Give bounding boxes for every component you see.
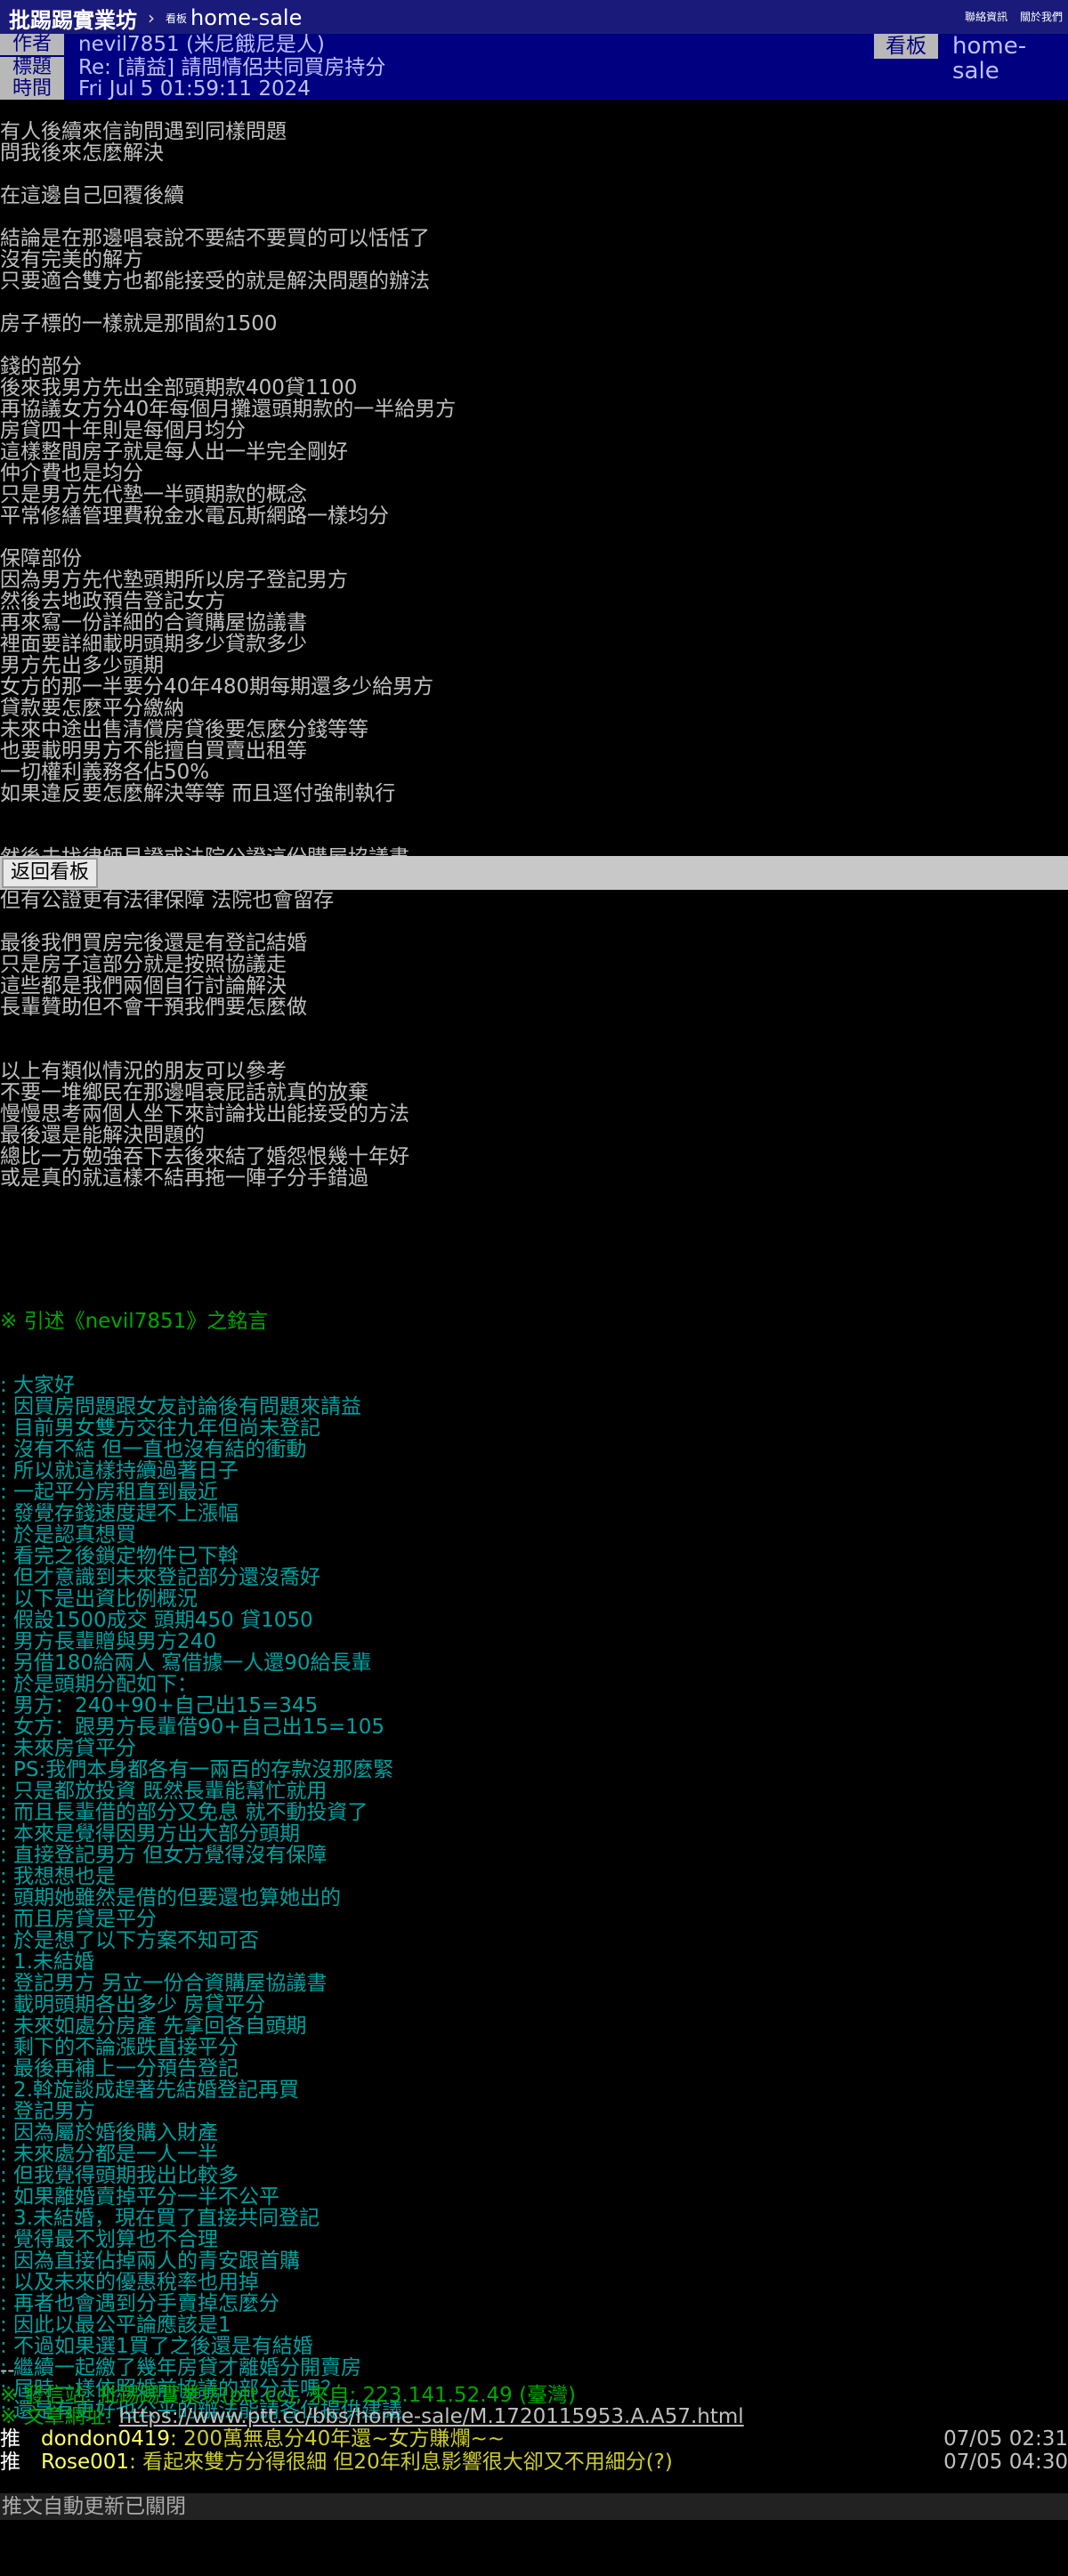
- quote-line: : 登記男方 另立一份合資購屋協議書: [0, 1972, 328, 1995]
- auto-update-status-bar: 推文自動更新已關閉: [0, 2493, 1068, 2520]
- quote-line: : 於是想了以下方案不知可否: [0, 1929, 260, 1952]
- quote-line: : 直接登記男方 但女方覺得沒有保障: [0, 1844, 328, 1867]
- quote-line: : 男方長輩贈與男方240: [0, 1630, 216, 1653]
- quote-line: : 再者也會遇到分手賣掉怎麼分: [0, 2292, 280, 2315]
- article-body-part1: 有人後續來信詢問遇到同樣問題 問我後來怎麼解決 在這邊自己回覆後續 結論是在那邊…: [0, 121, 457, 860]
- push-time: 07/05 02:31: [943, 2427, 1068, 2451]
- quote-line: : 1.未結婚: [0, 1950, 95, 1974]
- board-link[interactable]: home-sale: [190, 5, 302, 30]
- url-line: ※ 文章網址: https://www.ptt.cc/bbs/home-sale…: [0, 2406, 744, 2427]
- quote-line: : 假設1500成交 頭期450 貸1050: [0, 1609, 313, 1632]
- push-content: : 200萬無息分40年還~女方賺爛~~: [170, 2427, 506, 2451]
- quote-line: : 因買房問題跟女友討論後有問題來請益: [0, 1395, 362, 1418]
- quote-line: : 我想想也是: [0, 1865, 117, 1888]
- quote-line: : 以及未來的優惠稅率也用掉: [0, 2271, 260, 2294]
- quote-line: : 於是頭期分配如下：: [0, 1673, 198, 1696]
- top-links: 聯絡資訊 關於我們: [956, 9, 1063, 24]
- quote-line: : 女方：跟男方長輩借90+自己出15=105: [0, 1716, 385, 1739]
- quoted-section: ※ 引述《nevil7851》之銘言 : 大家好: 因買房問題跟女友討論後有問題…: [0, 1268, 1068, 2443]
- quote-line: : 於是認真想買: [0, 1523, 137, 1546]
- author-value: nevil7851 (米尼餓尼是人): [78, 33, 325, 56]
- quote-lines: : 大家好: 因買房問題跟女友討論後有問題來請益: 目前男女雙方交往九年但尚未登…: [0, 1375, 1068, 2421]
- quote-line: : 不過如果選1買了之後還是有結婚: [0, 2335, 313, 2358]
- title-value: Re: [請益] 請問情侶共同買房持分: [78, 56, 386, 79]
- board-value: home-sale: [952, 33, 1027, 85]
- quote-line: : 以下是出資比例概況: [0, 1587, 198, 1611]
- article-url-link[interactable]: https://www.ptt.cc/bbs/home-sale/M.17201…: [119, 2405, 744, 2428]
- quote-header: ※ 引述《nevil7851》之銘言: [0, 1310, 269, 1333]
- quote-line: : 登記男方: [0, 2100, 96, 2123]
- top-nav-bar: 批踢踢實業坊 › 看板 home-sale 聯絡資訊 關於我們: [0, 0, 1068, 36]
- quote-line: : 大家好: [0, 1374, 76, 1397]
- return-bar: 返回看板: [0, 856, 1068, 890]
- time-tag: 時間: [0, 78, 64, 100]
- push-row: 推 Rose001: 看起來雙方分得很細 但20年利息影響很大卻又不用細分(?)…: [0, 2451, 1068, 2474]
- quote-line: : 本來是覺得因男方出大部分頭期: [0, 1822, 301, 1845]
- push-user: dondon0419: [41, 2427, 171, 2451]
- quote-line: : 最後再補上一分預告登記: [0, 2057, 239, 2080]
- contact-link[interactable]: 聯絡資訊: [965, 11, 1007, 23]
- signature-separator: --: [0, 2359, 15, 2382]
- quote-line: : 一起平分房租直到最近: [0, 1481, 219, 1504]
- author-tag: 作者: [0, 34, 64, 55]
- quote-line: : 而且長輩借的部分又免息 就不動投資了: [0, 1801, 368, 1824]
- push-user-line: dondon0419: 200萬無息分40年還~女方賺爛~~: [41, 2427, 505, 2451]
- board-tag: 看板: [874, 34, 938, 59]
- push-time: 07/05 04:30: [943, 2451, 1068, 2474]
- push-tag: 推: [0, 2451, 20, 2474]
- quote-line: : 只是都放投資 既然長輩能幫忙就用: [0, 1780, 328, 1803]
- breadcrumb-separator: ›: [148, 7, 155, 28]
- origin-line: ※ 發信站: 批踢踢實業坊(ptt.cc), 來自: 223.141.52.49…: [0, 2384, 577, 2407]
- site-logo-link[interactable]: 批踢踢實業坊: [9, 3, 137, 34]
- url-label: ※ 文章網址:: [0, 2405, 119, 2428]
- quote-line: : 但我覺得頭期我出比較多: [0, 2164, 239, 2187]
- quote-line: : 沒有不結 但一直也沒有結的衝動: [0, 1438, 307, 1461]
- board-label: 看板: [166, 12, 188, 25]
- quote-line: : 另借180給兩人 寫借據一人還90給長輩: [0, 1651, 372, 1675]
- quote-line: : 2.斡旋談成趕著先結婚登記再買: [0, 2079, 300, 2102]
- quote-line: : 因為直接佔掉兩人的青安跟首購: [0, 2249, 301, 2273]
- title-tag: 標題: [0, 57, 64, 78]
- push-row: 推 dondon0419: 200萬無息分40年還~女方賺爛~~ 07/05 0…: [0, 2427, 1068, 2451]
- quote-line: : 因此以最公平論應該是1: [0, 2314, 231, 2337]
- quote-line: : 因為屬於婚後購入財產: [0, 2121, 219, 2144]
- quote-line: : 未來房貸平分: [0, 1737, 137, 1760]
- push-user: Rose001: [41, 2451, 130, 2474]
- return-to-board-button[interactable]: 返回看板: [2, 858, 99, 888]
- quote-line: : 發覺存錢速度趕不上漲幅: [0, 1502, 239, 1525]
- time-value: Fri Jul 5 01:59:11 2024: [78, 77, 311, 101]
- quote-line: : 頭期她雖然是借的但要還也算她出的: [0, 1886, 342, 1910]
- quote-line: : 剩下的不論漲跌直接平分: [0, 2036, 239, 2059]
- quote-line: : 載明頭期各出多少 房貸平分: [0, 1993, 266, 2016]
- quote-line: : 目前男女雙方交往九年但尚未登記: [0, 1417, 321, 1440]
- quote-line: : 如果離婚賣掉平分一半不公平: [0, 2185, 280, 2209]
- quote-line: : 而且房貸是平分: [0, 1908, 158, 1931]
- title-line: 標題 Re: [請益] 請問情侶共同買房持分: [0, 57, 1068, 78]
- quote-line: : PS:我們本身都各有一兩百的存款沒那麼緊: [0, 1758, 394, 1781]
- quote-line: : 覺得最不划算也不合理: [0, 2228, 219, 2251]
- quote-line: : 所以就這樣持續過著日子: [0, 1459, 239, 1482]
- quote-line: : 未來處分都是一人一半: [0, 2143, 219, 2166]
- quote-line: : 繼續一起繳了幾年房貸才離婚分開賣房: [0, 2356, 362, 2379]
- quote-line: : 但才意識到未來登記部分還沒喬好: [0, 1566, 321, 1589]
- quote-line: : 男方：240+90+自己出15=345: [0, 1694, 319, 1717]
- quote-line: : 未來如處分房產 先拿回各自頭期: [0, 2015, 307, 2038]
- quote-line: : 看完之後鎖定物件已下斡: [0, 1545, 239, 1568]
- push-content: : 看起來雙方分得很細 但20年利息影響很大卻又不用細分(?): [129, 2451, 673, 2474]
- push-user-line: Rose001: 看起來雙方分得很細 但20年利息影響很大卻又不用細分(?): [41, 2451, 673, 2474]
- time-line: 時間 Fri Jul 5 01:59:11 2024: [0, 78, 1068, 100]
- push-tag: 推: [0, 2427, 20, 2451]
- quote-line: : 3.未結婚，現在買了直接共同登記: [0, 2207, 320, 2230]
- about-link[interactable]: 關於我們: [1020, 11, 1063, 23]
- article-metadata: 作者 nevil7851 (米尼餓尼是人) 標題 Re: [請益] 請問情侶共同…: [0, 34, 1068, 100]
